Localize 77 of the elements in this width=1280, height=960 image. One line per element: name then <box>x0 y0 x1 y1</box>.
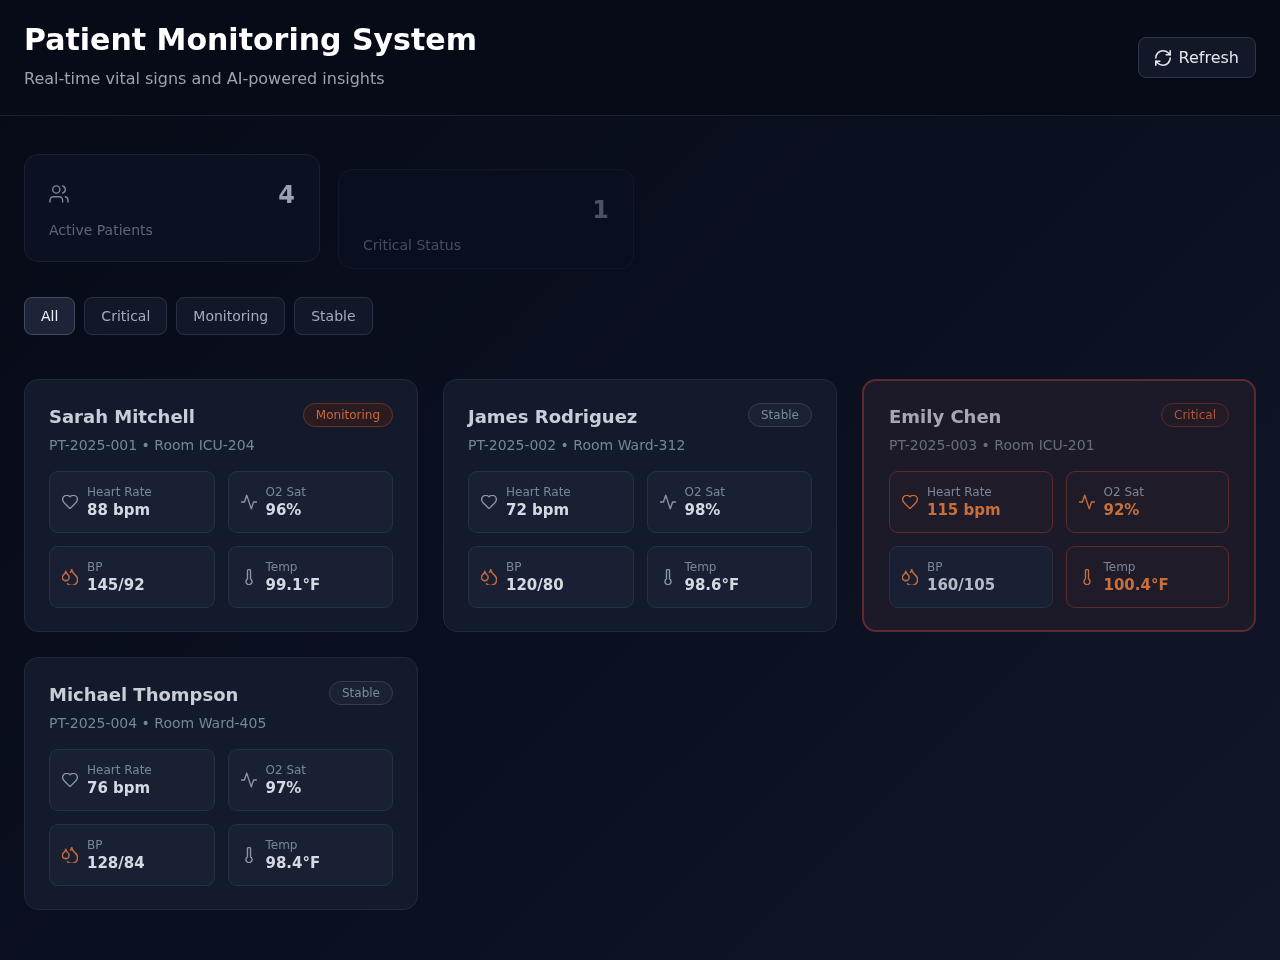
stat-label: Active Patients <box>49 221 154 239</box>
refresh-button[interactable]: Refresh <box>1137 37 1256 78</box>
droplets-icon <box>62 847 78 863</box>
patient-id-room: PT-2025-003 • Room ICU-201 <box>889 436 1096 454</box>
vital-value: 98.4°F <box>265 852 321 873</box>
patient-name: Michael Thompson <box>49 683 239 707</box>
page-title: Patient Monitoring System <box>24 22 477 58</box>
vital-value: 145/92 <box>87 574 145 595</box>
vital-value: 160/105 <box>927 574 996 595</box>
vital-value: 98% <box>684 499 722 520</box>
stat-value: 1 <box>592 196 609 224</box>
vital-label: O2 Sat <box>265 484 307 500</box>
vital-label: O2 Sat <box>1103 484 1145 500</box>
vital-label: Temp <box>1103 559 1137 575</box>
droplets-icon <box>902 569 918 585</box>
status-badge: Stable <box>329 681 393 705</box>
vital-value: 100.4°F <box>1103 574 1169 595</box>
patient-card[interactable]: Michael Thompson Stable PT-2025-004 • Room Ward-405 Heart Rate 76 bpm O2 Sat 97% BP 128/84 Temp 98.4°F <box>24 657 418 910</box>
vital-label: O2 Sat <box>265 762 307 778</box>
vital-label: Heart Rate <box>87 762 152 778</box>
status-badge: Critical <box>1161 403 1229 427</box>
patient-name: James Rodriguez <box>468 405 638 429</box>
thermometer-icon <box>662 569 673 585</box>
patient-name: Sarah Mitchell <box>49 405 195 429</box>
pulse-icon <box>240 494 257 510</box>
vital-value: 99.1°F <box>265 574 321 595</box>
patient-card[interactable]: James Rodriguez Stable PT-2025-002 • Room Ward-312 Heart Rate 72 bpm O2 Sat 98% BP 120/80 Temp 98.6°F <box>443 379 837 632</box>
pulse-icon <box>240 772 257 788</box>
heart-icon <box>902 495 918 509</box>
page-subtitle: Real-time vital signs and AI-powered insights <box>24 69 386 89</box>
droplets-icon <box>481 569 497 585</box>
filter-tab[interactable]: Critical <box>84 297 168 335</box>
patient-name: Emily Chen <box>889 405 1002 429</box>
filter-tab[interactable]: All <box>24 297 76 335</box>
vital-label: BP <box>927 559 944 575</box>
vital-value: 72 bpm <box>506 499 571 520</box>
vital-label: BP <box>87 559 104 575</box>
patient-id-room: PT-2025-004 • Room Ward-405 <box>49 714 268 732</box>
vital-value: 97% <box>265 777 303 798</box>
vital-label: Heart Rate <box>87 484 152 500</box>
stat-value: 4 <box>278 181 295 209</box>
vital-value: 92% <box>1103 499 1141 520</box>
vital-label: BP <box>506 559 523 575</box>
pulse-icon <box>659 494 676 510</box>
vital-value: 96% <box>265 499 303 520</box>
vital-value: 120/80 <box>506 574 564 595</box>
status-badge: Stable <box>748 403 812 427</box>
patient-card[interactable]: Emily Chen Critical PT-2025-003 • Room ICU-201 Heart Rate 115 bpm O2 Sat 92% BP 160/105 Temp 100.4°F <box>862 379 1256 632</box>
droplets-icon <box>62 569 78 585</box>
patient-id-room: PT-2025-002 • Room Ward-312 <box>468 436 687 454</box>
heart-icon <box>62 495 78 509</box>
heart-icon <box>62 773 78 787</box>
thermometer-icon <box>243 847 254 863</box>
vital-label: Heart Rate <box>927 484 993 500</box>
vital-value: 128/84 <box>87 852 145 873</box>
vital-value: 98.6°F <box>684 574 740 595</box>
heart-icon <box>481 495 497 509</box>
filter-tab[interactable]: Monitoring <box>176 297 286 335</box>
stat-label: Critical Status <box>363 236 463 254</box>
refresh-icon <box>1154 49 1171 66</box>
status-badge: Monitoring <box>302 403 393 427</box>
vital-value: 76 bpm <box>87 777 152 798</box>
filter-tab[interactable]: Stable <box>294 297 373 335</box>
users-icon <box>49 185 69 203</box>
thermometer-icon <box>1081 569 1092 585</box>
vital-value: 88 bpm <box>87 499 152 520</box>
vital-label: Temp <box>684 559 718 575</box>
vital-label: O2 Sat <box>684 484 726 500</box>
vital-label: BP <box>87 837 104 853</box>
vital-label: Temp <box>265 837 299 853</box>
vital-value: 115 bpm <box>927 499 1001 520</box>
patient-card[interactable]: Sarah Mitchell Monitoring PT-2025-001 • Room ICU-204 Heart Rate 88 bpm O2 Sat 96% BP 145/92 Temp 99.1°F <box>24 379 418 632</box>
vital-label: Temp <box>265 559 299 575</box>
patient-id-room: PT-2025-001 • Room ICU-204 <box>49 436 256 454</box>
thermometer-icon <box>243 569 254 585</box>
pulse-icon <box>1078 494 1095 510</box>
vital-label: Heart Rate <box>506 484 571 500</box>
